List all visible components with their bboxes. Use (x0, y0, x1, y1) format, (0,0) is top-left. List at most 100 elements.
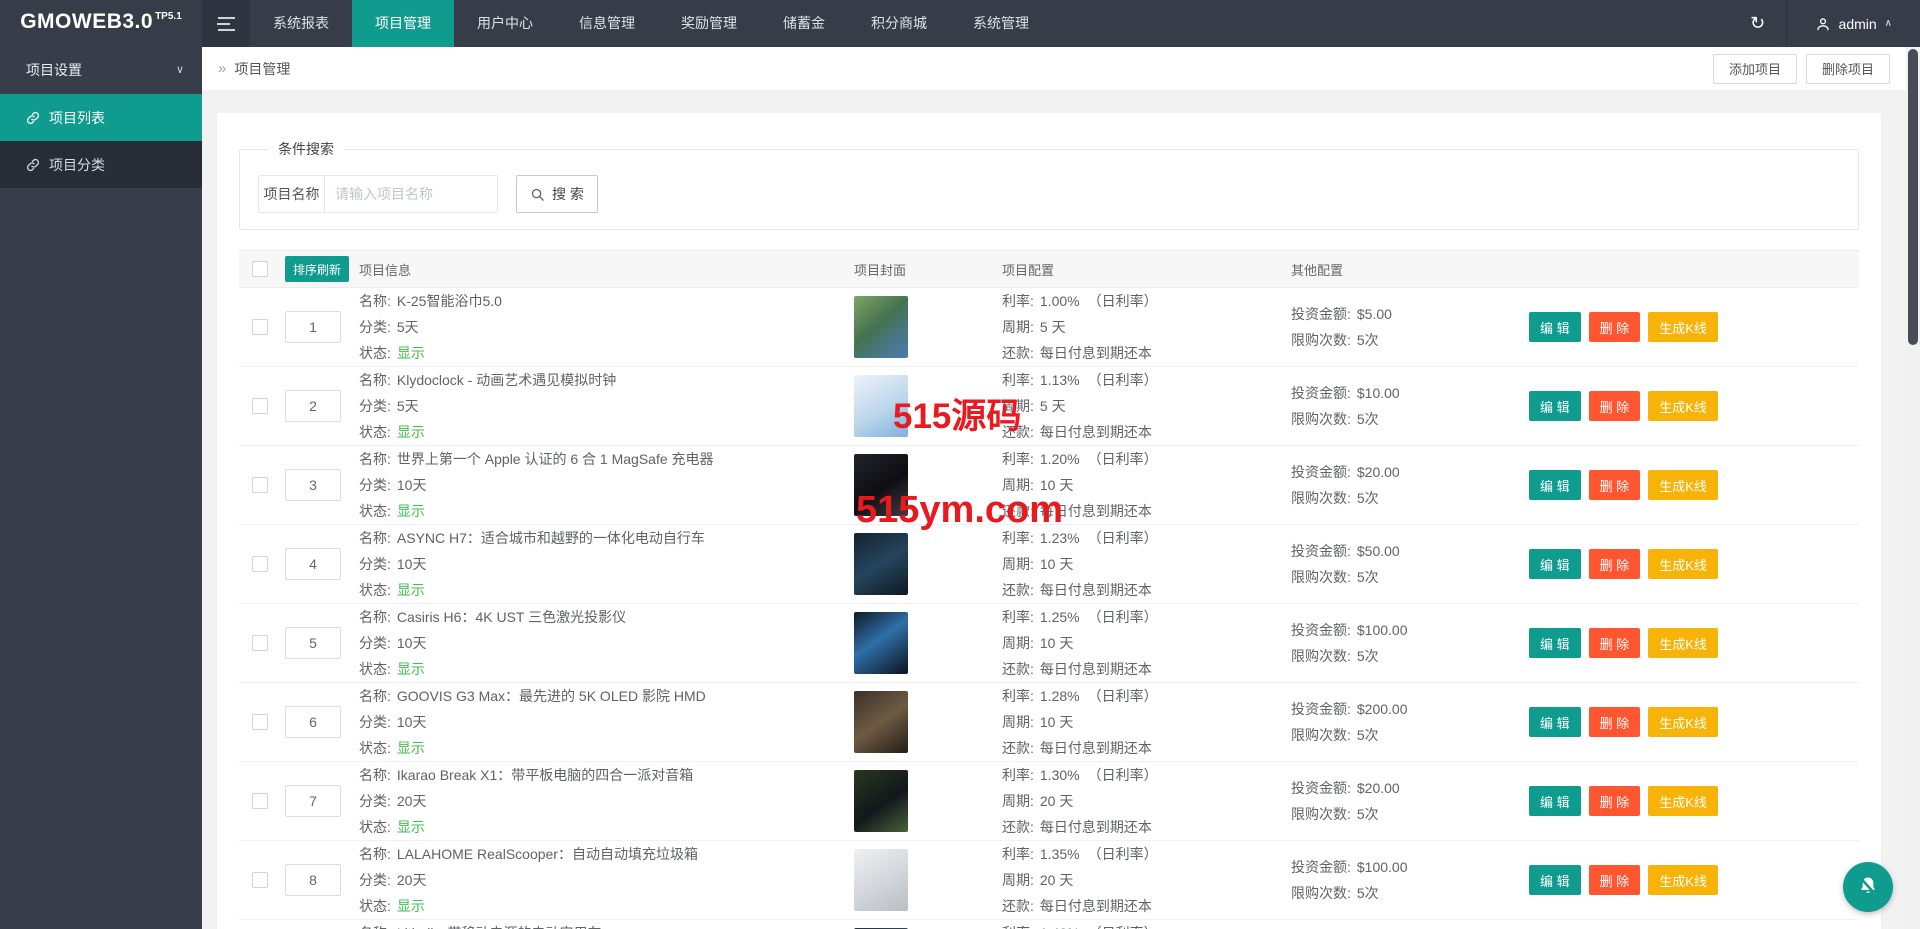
repay-label: 还款: (1002, 898, 1034, 914)
rate-note: （日利率） (1087, 530, 1158, 546)
generate-kline-button[interactable]: 生成K线 (1648, 865, 1718, 895)
project-category: 20天 (396, 793, 427, 809)
status-badge[interactable]: 显示 (397, 898, 425, 914)
row-checkbox[interactable] (252, 556, 268, 572)
nav-item-reward-management[interactable]: 奖励管理 (658, 0, 760, 47)
generate-kline-button[interactable]: 生成K线 (1648, 312, 1718, 342)
delete-button[interactable]: 删 除 (1588, 707, 1641, 737)
invest-amount: $50.00 (1356, 543, 1400, 559)
row-checkbox[interactable] (252, 398, 268, 414)
edit-button[interactable]: 编 辑 (1529, 312, 1581, 342)
generate-kline-button[interactable]: 生成K线 (1648, 470, 1718, 500)
project-period: 10 天 (1039, 477, 1074, 493)
search-button[interactable]: 搜 索 (516, 175, 598, 213)
sort-order-input[interactable] (285, 390, 341, 422)
notification-float-button[interactable] (1843, 862, 1893, 912)
table-row: 名称:Litheli：带移动电源的电动实用车 分类: 状态: 利率:1.40%（… (239, 920, 1859, 929)
project-name: K-25智能浴巾5.0 (396, 293, 502, 309)
edit-button[interactable]: 编 辑 (1529, 628, 1581, 658)
sort-order-input[interactable] (285, 311, 341, 343)
sidebar-toggle-button[interactable] (202, 0, 250, 47)
table-body: 名称: K-25智能浴巾5.0 分类: 5天 状态: 显示 利率: 1.00% （日利率）… (239, 288, 1859, 929)
add-project-button[interactable]: 添加项目 (1712, 53, 1797, 84)
project-repay: 每日付息到期还本 (1039, 582, 1152, 598)
sidebar-item-project-category[interactable]: 项目分类 (0, 141, 202, 188)
project-period: 20 天 (1039, 872, 1074, 888)
status-badge[interactable]: 显示 (397, 661, 425, 677)
status-badge[interactable]: 显示 (397, 345, 425, 361)
status-badge[interactable]: 显示 (397, 503, 425, 519)
row-checkbox[interactable] (252, 319, 268, 335)
delete-button[interactable]: 删 除 (1588, 786, 1641, 816)
select-all-checkbox[interactable] (252, 261, 268, 277)
invest-amount: $5.00 (1356, 306, 1392, 322)
invest-amount: $100.00 (1356, 622, 1408, 638)
delete-button[interactable]: 删 除 (1588, 549, 1641, 579)
nav-item-system-reports[interactable]: 系统报表 (250, 0, 352, 47)
generate-kline-button[interactable]: 生成K线 (1648, 391, 1718, 421)
row-checkbox[interactable] (252, 872, 268, 888)
nav-item-system-management[interactable]: 系统管理 (950, 0, 1052, 47)
nav-item-points-mall[interactable]: 积分商城 (848, 0, 950, 47)
row-checkbox[interactable] (252, 793, 268, 809)
generate-kline-button[interactable]: 生成K线 (1648, 628, 1718, 658)
generate-kline-button[interactable]: 生成K线 (1648, 786, 1718, 816)
sort-order-input[interactable] (285, 864, 341, 896)
sort-order-input[interactable] (285, 469, 341, 501)
page-header-actions: 添加项目 删除项目 (1704, 53, 1890, 84)
delete-button[interactable]: 删 除 (1588, 391, 1641, 421)
sidebar-item-label: 项目分类 (49, 156, 105, 173)
scrollbar-thumb[interactable] (1908, 49, 1918, 345)
nav-item-info-management[interactable]: 信息管理 (556, 0, 658, 47)
sort-order-input[interactable] (285, 548, 341, 580)
status-badge[interactable]: 显示 (397, 424, 425, 440)
generate-kline-button[interactable]: 生成K线 (1648, 549, 1718, 579)
period-label: 周期: (1002, 635, 1034, 651)
generate-kline-button[interactable]: 生成K线 (1648, 707, 1718, 737)
refresh-icon[interactable]: ↻ (1730, 0, 1786, 47)
sort-order-input[interactable] (285, 706, 341, 738)
name-label: 名称: (359, 530, 391, 546)
sort-order-input[interactable] (285, 627, 341, 659)
limit-label: 限购次数: (1291, 490, 1351, 506)
nav-item-user-center[interactable]: 用户中心 (454, 0, 556, 47)
sort-order-input[interactable] (285, 785, 341, 817)
project-cover-image (854, 770, 908, 832)
edit-button[interactable]: 编 辑 (1529, 470, 1581, 500)
project-rate: 1.30% (1039, 767, 1080, 783)
purchase-limit: 5次 (1356, 490, 1379, 506)
edit-button[interactable]: 编 辑 (1529, 549, 1581, 579)
period-label: 周期: (1002, 793, 1034, 809)
delete-button[interactable]: 删 除 (1588, 312, 1641, 342)
limit-label: 限购次数: (1291, 648, 1351, 664)
repay-label: 还款: (1002, 424, 1034, 440)
chevron-down-icon: ∨ (175, 64, 184, 76)
row-checkbox[interactable] (252, 714, 268, 730)
hamburger-icon (217, 28, 235, 31)
top-navbar: GMOWEB3.0 TP5.1 系统报表 项目管理 用户中心 信息管理 奖励管理… (0, 0, 1920, 47)
project-rate: 1.13% (1039, 372, 1080, 388)
admin-menu[interactable]: admin ∧ (1785, 0, 1920, 47)
row-checkbox[interactable] (252, 635, 268, 651)
status-badge[interactable]: 显示 (397, 582, 425, 598)
edit-button[interactable]: 编 辑 (1529, 865, 1581, 895)
status-badge[interactable]: 显示 (397, 740, 425, 756)
sidebar-item-project-list[interactable]: 项目列表 (0, 94, 202, 141)
edit-button[interactable]: 编 辑 (1529, 786, 1581, 816)
delete-button[interactable]: 删 除 (1588, 470, 1641, 500)
project-cover-image (854, 375, 908, 437)
status-badge[interactable]: 显示 (397, 819, 425, 835)
sort-refresh-button[interactable]: 排序刷新 (285, 256, 350, 282)
edit-button[interactable]: 编 辑 (1529, 707, 1581, 737)
nav-item-savings[interactable]: 储蓄金 (760, 0, 848, 47)
delete-button[interactable]: 删 除 (1588, 865, 1641, 895)
row-checkbox[interactable] (252, 477, 268, 493)
delete-button[interactable]: 删 除 (1588, 628, 1641, 658)
delete-project-button[interactable]: 删除项目 (1805, 53, 1890, 84)
project-name-input[interactable] (325, 176, 497, 212)
sidebar-group-project-settings[interactable]: 项目设置 ∨ (0, 47, 202, 94)
edit-button[interactable]: 编 辑 (1529, 391, 1581, 421)
nav-item-project-management[interactable]: 项目管理 (352, 0, 454, 47)
project-repay: 每日付息到期还本 (1039, 424, 1152, 440)
navbar-right: ↻ admin ∧ (1730, 0, 1920, 47)
